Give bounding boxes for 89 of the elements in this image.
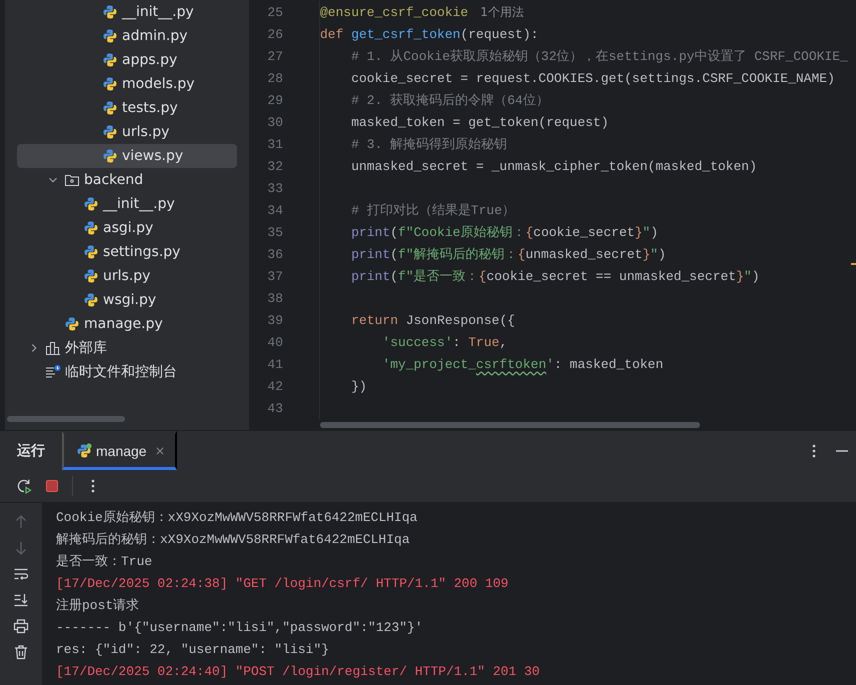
console-line: [17/Dec/2025 02:24:38] "GET /login/csrf/ HTTP/1.1" 200 109: [56, 575, 510, 593]
scrollbar[interactable]: [7, 416, 125, 422]
line-number: 36: [266, 246, 283, 262]
python-file-icon: [83, 244, 99, 260]
scrollbar[interactable]: [320, 422, 700, 428]
tree-item[interactable]: models.py: [17, 72, 237, 96]
line-number: 28: [266, 70, 283, 86]
line-number: 31: [266, 136, 283, 152]
line-number: 33: [266, 180, 283, 196]
tree-item[interactable]: __init__.py: [17, 192, 237, 216]
run-tab[interactable]: manage: [62, 431, 177, 470]
python-file-icon: [102, 4, 118, 20]
line-number: 26: [266, 26, 283, 42]
console-line: 注册post请求: [56, 597, 140, 615]
code-line: @ensure_csrf_cookie: [319, 4, 468, 20]
warning-marker: [851, 263, 856, 265]
python-run-icon: [76, 442, 92, 458]
console-line: 是否一致：True: [56, 553, 154, 571]
line-number: 43: [266, 400, 283, 416]
panel-title: 运行: [17, 442, 45, 460]
tree-item[interactable]: views.py: [17, 144, 237, 168]
python-file-icon: [102, 28, 118, 44]
line-number: 42: [266, 378, 283, 394]
scratch-files-icon: [45, 364, 61, 380]
code-line: # 打印对比（结果是True）: [350, 202, 516, 219]
line-number: 41: [266, 356, 283, 372]
tree-item[interactable]: urls.py: [17, 120, 237, 144]
line-number: 37: [266, 268, 283, 284]
code-line: 'success': True,: [381, 334, 508, 350]
python-file-icon: [64, 316, 80, 332]
print-icon[interactable]: [13, 618, 29, 634]
python-file-icon: [102, 100, 118, 116]
console-line: ------- b'{"username":"lisi","password":"123"}': [56, 619, 424, 637]
console-line: 解掩码后的秘钥：xX9XozMwWWV58RRFWfat6422mECLHIqa: [56, 531, 411, 549]
usage-hint[interactable]: 1个用法: [480, 4, 524, 20]
tree-item[interactable]: wsgi.py: [17, 288, 237, 312]
code-line: print(f"Cookie原始秘钥：{cookie_secret}"): [350, 224, 658, 241]
code-line: unmasked_secret = _unmask_cipher_token(masked_token): [350, 158, 757, 174]
python-file-icon: [102, 52, 118, 68]
console-line: Cookie原始秘钥：xX9XozMwWWV58RRFWfat6422mECLHIqa: [56, 509, 418, 527]
stop-icon[interactable]: [44, 478, 60, 494]
tree-item[interactable]: 外部库: [17, 336, 237, 360]
soft-wrap-icon[interactable]: [13, 566, 29, 582]
python-file-icon: [102, 124, 118, 140]
code-line: return JsonResponse({: [350, 312, 516, 328]
python-file-icon: [83, 292, 99, 308]
line-number: 39: [266, 312, 283, 328]
tree-item[interactable]: apps.py: [17, 48, 237, 72]
code-line: print(f"是否一致：{cookie_secret == unmasked_secret}"): [350, 268, 760, 285]
code-line: 'my_project_csrftoken': masked_token: [381, 356, 664, 372]
python-file-icon: [102, 148, 118, 164]
console-line: [17/Dec/2025 02:24:40] "POST /login/register/ HTTP/1.1" 201 30: [56, 663, 541, 681]
tree-item[interactable]: __init__.py: [17, 0, 237, 24]
code-line: def get_csrf_token(request):: [319, 26, 538, 42]
tree-item[interactable]: settings.py: [17, 240, 237, 264]
line-number: 29: [266, 92, 283, 108]
folder-icon: [64, 172, 80, 188]
python-file-icon: [83, 268, 99, 284]
code-line: # 2. 获取掩码后的令牌（64位）: [350, 92, 549, 109]
scroll-to-end-icon[interactable]: [13, 592, 29, 608]
line-number: 25: [266, 4, 283, 20]
python-file-icon: [83, 220, 99, 236]
tree-item[interactable]: urls.py: [17, 264, 237, 288]
tree-item[interactable]: asgi.py: [17, 216, 237, 240]
tree-item[interactable]: manage.py: [17, 312, 237, 336]
line-number: 32: [266, 158, 283, 174]
code-line: # 3. 解掩码得到原始秘钥: [350, 136, 508, 153]
console-line: res: {"id": 22, "username": "lisi"}: [56, 641, 330, 659]
tree-item[interactable]: 临时文件和控制台: [17, 360, 237, 384]
line-number: 34: [266, 202, 283, 218]
line-number: 27: [266, 48, 283, 64]
code-line: cookie_secret = request.COOKIES.get(settings.CSRF_COOKIE_NAME): [350, 70, 835, 86]
library-icon: [45, 340, 61, 356]
python-file-icon: [102, 76, 118, 92]
code-line: print(f"解掩码后的秘钥：{unmasked_secret}"): [350, 246, 666, 263]
trash-icon[interactable]: [13, 644, 29, 660]
rerun-icon[interactable]: [16, 478, 32, 494]
python-file-icon: [83, 196, 99, 212]
code-line: masked_token = get_token(request): [350, 114, 609, 130]
line-number: 38: [266, 290, 283, 306]
line-number: 40: [266, 334, 283, 350]
line-number: 30: [266, 114, 283, 130]
code-line: # 1. 从Cookie获取原始秘钥（32位），在settings.py中设置了 CSRF_COOKIE_: [350, 48, 848, 65]
tree-item[interactable]: tests.py: [17, 96, 237, 120]
close-icon[interactable]: [154, 446, 165, 456]
line-number: 35: [266, 224, 283, 240]
code-line: }): [350, 378, 367, 394]
tree-item[interactable]: backend: [17, 168, 237, 192]
tree-item[interactable]: admin.py: [17, 24, 237, 48]
